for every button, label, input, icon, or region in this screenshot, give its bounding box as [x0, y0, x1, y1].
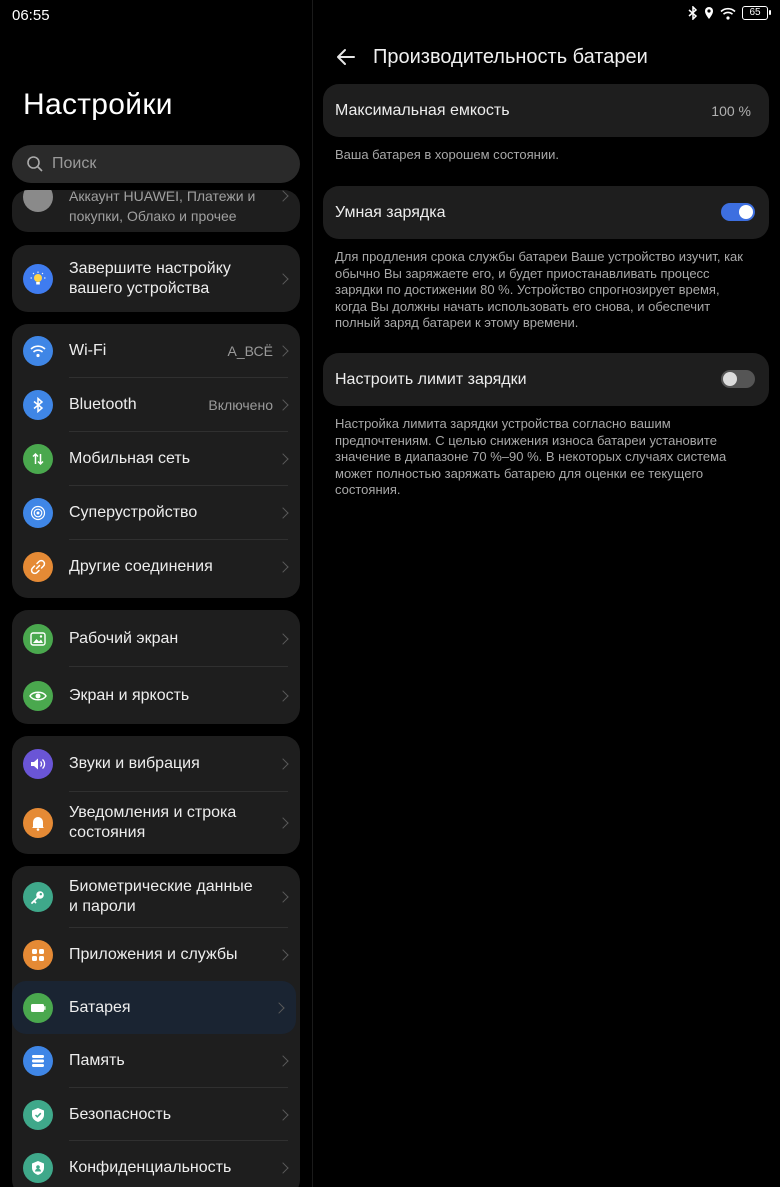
status-icons: 65: [688, 6, 771, 20]
connections-group: Wi-Fi A_ВСЁ Bluetooth Включено Мобильная…: [12, 324, 300, 598]
charge-limit-label: Настроить лимит зарядки: [335, 371, 527, 388]
chevron-right-icon: [277, 272, 289, 285]
back-arrow-icon[interactable]: [333, 44, 359, 70]
key-icon: [23, 882, 53, 912]
account-subtitle: Аккаунт HUAWEI, Платежи и покупки, Облак…: [69, 190, 256, 224]
smart-charging-toggle[interactable]: [721, 203, 755, 221]
search-input[interactable]: Поиск: [12, 145, 300, 183]
setup-card[interactable]: Завершите настройку вашего устройства: [12, 245, 300, 312]
system-group: Биометрические данные и пароли Приложени…: [12, 866, 300, 1187]
chevron-right-icon: [273, 1001, 285, 1014]
chevron-right-icon: [277, 190, 289, 202]
chevron-right-icon: [277, 817, 289, 829]
account-card[interactable]: Аккаунт HUAWEI, Платежи и покупки, Облак…: [12, 190, 300, 232]
chevron-right-icon: [277, 1108, 289, 1121]
page-title: Настройки: [23, 88, 173, 121]
sidebar-item-label: Экран и яркость: [69, 686, 190, 704]
page-title: Производительность батареи: [373, 46, 648, 68]
sidebar-item-label: Конфиденциальность: [69, 1158, 232, 1176]
smart-charging-note: Для продления срока службы батареи Ваше …: [335, 249, 743, 330]
chevron-right-icon: [277, 507, 289, 519]
avatar: [23, 190, 53, 212]
bluetooth-status-value: Включено: [208, 397, 273, 413]
charge-limit-row[interactable]: Настроить лимит зарядки: [323, 353, 769, 406]
chevron-right-icon: [277, 345, 289, 357]
chevron-right-icon: [277, 891, 289, 903]
battery-icon: [23, 992, 53, 1023]
storage-icon: [23, 1046, 53, 1076]
sound-icon: [23, 749, 53, 779]
smart-charging-label: Умная зарядка: [335, 204, 446, 221]
sidebar-item-label: Другие соединения: [69, 558, 213, 575]
display-group: Рабочий экран Экран и яркость: [12, 610, 300, 724]
sound-notifications-group: Звуки и вибрация Уведомления и строка со…: [12, 736, 300, 854]
lightbulb-icon: [23, 263, 53, 294]
shield-icon: [23, 1099, 53, 1130]
sidebar-item-apps[interactable]: Приложения и службы: [12, 928, 300, 981]
sidebar-item-other-connections[interactable]: Другие соединения: [12, 540, 300, 594]
sidebar-item-home-screen[interactable]: Рабочий экран: [12, 610, 300, 667]
sidebar-item-notifications[interactable]: Уведомления и строка состояния: [12, 792, 300, 854]
pane-divider: [312, 0, 313, 1187]
charge-limit-toggle[interactable]: [721, 370, 755, 388]
smart-charging-row[interactable]: Умная зарядка: [323, 186, 769, 239]
sidebar-item-sounds[interactable]: Звуки и вибрация: [12, 736, 300, 792]
wifi-icon: [23, 336, 53, 366]
eye-icon: [23, 680, 53, 711]
bluetooth-icon: [688, 6, 698, 20]
bell-icon: [23, 808, 53, 838]
wifi-network-value: A_ВСЁ: [227, 343, 273, 359]
sidebar-item-label: Уведомления и строка состояния: [69, 804, 237, 841]
max-capacity-value: 100 %: [711, 103, 751, 119]
search-placeholder: Поиск: [52, 155, 97, 172]
apps-icon: [23, 939, 53, 970]
sidebar-item-label: Приложения и службы: [69, 945, 238, 963]
max-capacity-label: Максимальная емкость: [335, 102, 510, 119]
bluetooth-icon: [23, 390, 53, 420]
wifi-icon: [720, 7, 736, 20]
mobile-data-icon: [23, 444, 53, 474]
sidebar-item-label: Безопасность: [69, 1105, 172, 1123]
sidebar-item-label: Суперустройство: [69, 504, 198, 521]
sidebar-item-label: Память: [69, 1052, 125, 1069]
capacity-note: Ваша батарея в хорошем состоянии.: [335, 147, 559, 162]
sidebar-item-mobile-network[interactable]: Мобильная сеть: [12, 432, 300, 486]
chevron-right-icon: [277, 689, 289, 702]
chevron-right-icon: [277, 1055, 289, 1067]
sidebar-item-privacy[interactable]: Конфиденциальность: [12, 1141, 300, 1187]
sidebar-item-label: Мобильная сеть: [69, 450, 191, 467]
sidebar-item-label: Звуки и вибрация: [69, 755, 200, 772]
sidebar-item-security[interactable]: Безопасность: [12, 1088, 300, 1141]
battery-icon: 65: [742, 6, 771, 20]
chevron-right-icon: [277, 1161, 289, 1174]
chevron-right-icon: [277, 399, 289, 411]
sidebar-item-label: Батарея: [69, 998, 131, 1016]
setup-label: Завершите настройку вашего устройства: [69, 259, 231, 297]
max-capacity-row: Максимальная емкость 100 %: [323, 84, 769, 137]
sidebar-item-battery[interactable]: Батарея: [12, 981, 296, 1034]
sidebar-item-biometrics[interactable]: Биометрические данные и пароли: [12, 866, 300, 928]
sidebar-item-display-brightness[interactable]: Экран и яркость: [12, 667, 300, 724]
sidebar-item-storage[interactable]: Память: [12, 1034, 300, 1088]
chevron-right-icon: [277, 561, 289, 573]
home-screen-icon: [23, 623, 53, 654]
sidebar-item-label: Биометрические данные и пароли: [69, 878, 253, 915]
sidebar-item-bluetooth[interactable]: Bluetooth Включено: [12, 378, 300, 432]
search-icon: [27, 156, 43, 172]
superdevice-icon: [23, 498, 53, 528]
link-icon: [23, 552, 53, 582]
chevron-right-icon: [277, 758, 289, 770]
charge-limit-note: Настройка лимита зарядки устройства согл…: [335, 416, 727, 497]
sidebar-item-wifi[interactable]: Wi-Fi A_ВСЁ: [12, 324, 300, 378]
chevron-right-icon: [277, 453, 289, 465]
sidebar-item-superdevice[interactable]: Суперустройство: [12, 486, 300, 540]
location-icon: [705, 7, 713, 19]
settings-list-pane: Настройки Поиск Аккаунт HUAWEI, Платежи …: [0, 0, 312, 1187]
sidebar-item-label: Рабочий экран: [69, 629, 179, 647]
chevron-right-icon: [277, 632, 289, 645]
chevron-right-icon: [277, 948, 289, 961]
privacy-icon: [23, 1152, 53, 1183]
